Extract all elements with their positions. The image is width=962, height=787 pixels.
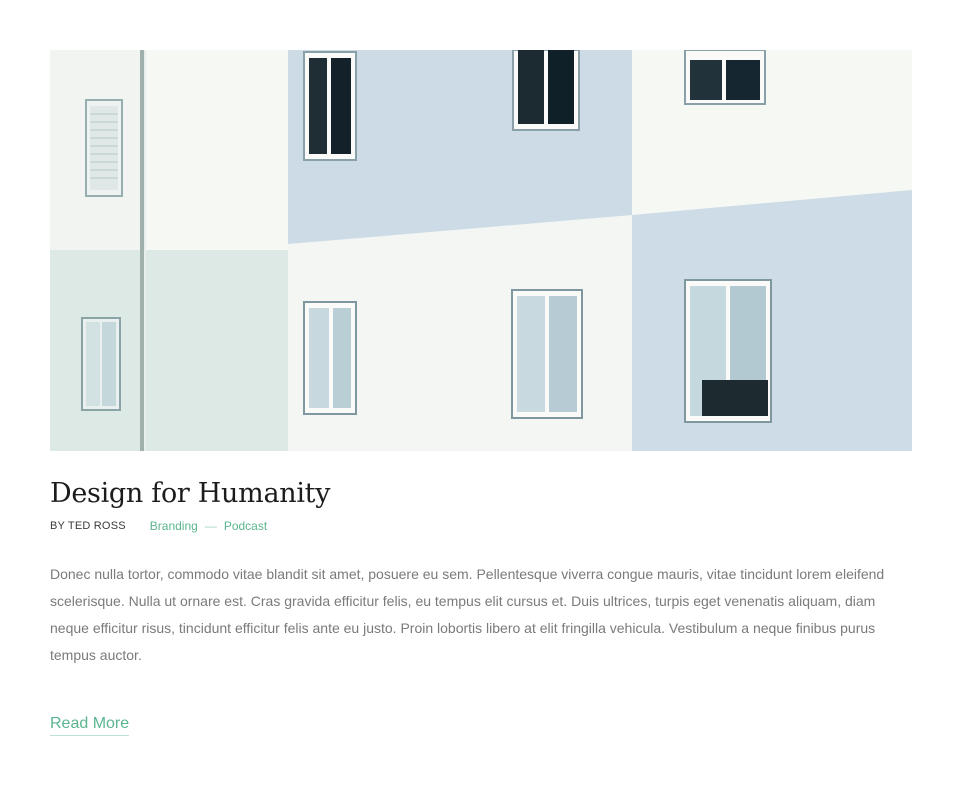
blog-post: Design for Humanity BY TED ROSS Branding…: [50, 50, 912, 736]
post-featured-image[interactable]: [50, 50, 912, 451]
post-categories: Branding — Podcast: [150, 519, 267, 533]
category-separator: —: [204, 519, 217, 533]
author-byline: BY TED ROSS: [50, 520, 126, 532]
post-excerpt: Donec nulla tortor, commodo vitae blandi…: [50, 566, 885, 663]
category-link-podcast[interactable]: Podcast: [224, 519, 267, 533]
post-title[interactable]: Design for Humanity: [50, 479, 912, 509]
read-more-link[interactable]: Read More: [50, 714, 130, 736]
category-link-branding[interactable]: Branding: [150, 519, 198, 533]
post-meta: BY TED ROSS Branding — Podcast: [50, 519, 912, 533]
